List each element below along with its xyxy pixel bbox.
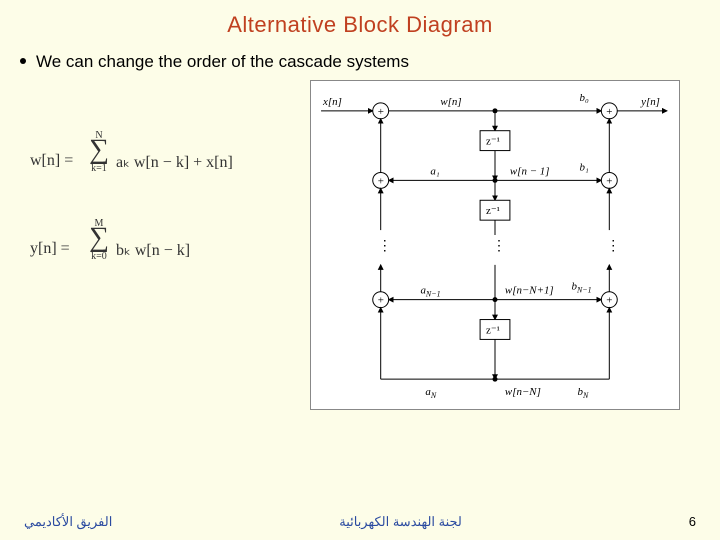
block-diagram: x[n] + w[n] b₀ + y[n] z⁻¹ a₁ + — [310, 80, 680, 410]
label-wnNm1: w[n−N+1] — [505, 285, 554, 297]
eq1-sum: N ∑ k=1 — [85, 130, 113, 174]
bullet-line: We can change the order of the cascade s… — [0, 38, 720, 80]
sigma-icon: ∑ — [89, 222, 109, 253]
page-number: 6 — [689, 514, 696, 530]
label-aN: aN — [425, 386, 436, 400]
delay-2: z⁻¹ — [486, 205, 500, 217]
footer-center: لجنة الهندسة الكهربائية — [339, 514, 462, 530]
vdots-left: ⋮ — [378, 237, 392, 253]
sigma-icon: ∑ — [89, 134, 109, 165]
label-b1: b₁ — [579, 161, 588, 173]
bullet-text: We can change the order of the cascade s… — [36, 52, 409, 71]
label-wnN: w[n−N] — [505, 386, 541, 398]
equations-column: w[n] = N ∑ k=1 aₖ w[n − k] + x[n] y[n] =… — [10, 80, 280, 410]
adder-right-n1: + — [606, 295, 612, 307]
eq2-lhs: y[n] = — [30, 240, 70, 258]
label-aNm1: aN−1 — [420, 285, 440, 299]
delay-1: z⁻¹ — [486, 136, 500, 148]
bullet-dot — [20, 58, 26, 64]
label-wn: w[n] — [440, 96, 461, 108]
eq2-rhs: bₖ w[n − k] — [116, 240, 190, 260]
label-b0: b₀ — [579, 92, 588, 104]
adder-left-0: + — [378, 106, 384, 118]
eq1-lhs: w[n] = — [30, 152, 73, 170]
adder-left-1: + — [378, 175, 384, 187]
footer-left: الفريق الأكاديمي — [24, 514, 112, 530]
vdots-center: ⋮ — [492, 237, 506, 253]
adder-left-n1: + — [378, 295, 384, 307]
label-bNm1: bN−1 — [572, 281, 592, 295]
label-xn: x[n] — [322, 96, 342, 108]
label-a1: a₁ — [430, 165, 439, 177]
page-title: Alternative Block Diagram — [0, 0, 720, 38]
label-bN: bN — [577, 386, 588, 400]
adder-right-0: + — [606, 106, 612, 118]
eq2-sum: M ∑ k=0 — [85, 218, 113, 262]
label-yn: y[n] — [640, 96, 660, 108]
eq1-rhs: aₖ w[n − k] + x[n] — [116, 152, 233, 172]
label-wn1: w[n − 1] — [510, 165, 550, 177]
vdots-right: ⋮ — [606, 237, 620, 253]
delay-n: z⁻¹ — [486, 324, 500, 336]
footer: الفريق الأكاديمي لجنة الهندسة الكهربائية… — [0, 514, 720, 530]
adder-right-1: + — [606, 175, 612, 187]
equation-y: y[n] = M ∑ k=0 bₖ w[n − k] — [30, 218, 280, 282]
equation-w: w[n] = N ∑ k=1 aₖ w[n − k] + x[n] — [30, 130, 280, 194]
